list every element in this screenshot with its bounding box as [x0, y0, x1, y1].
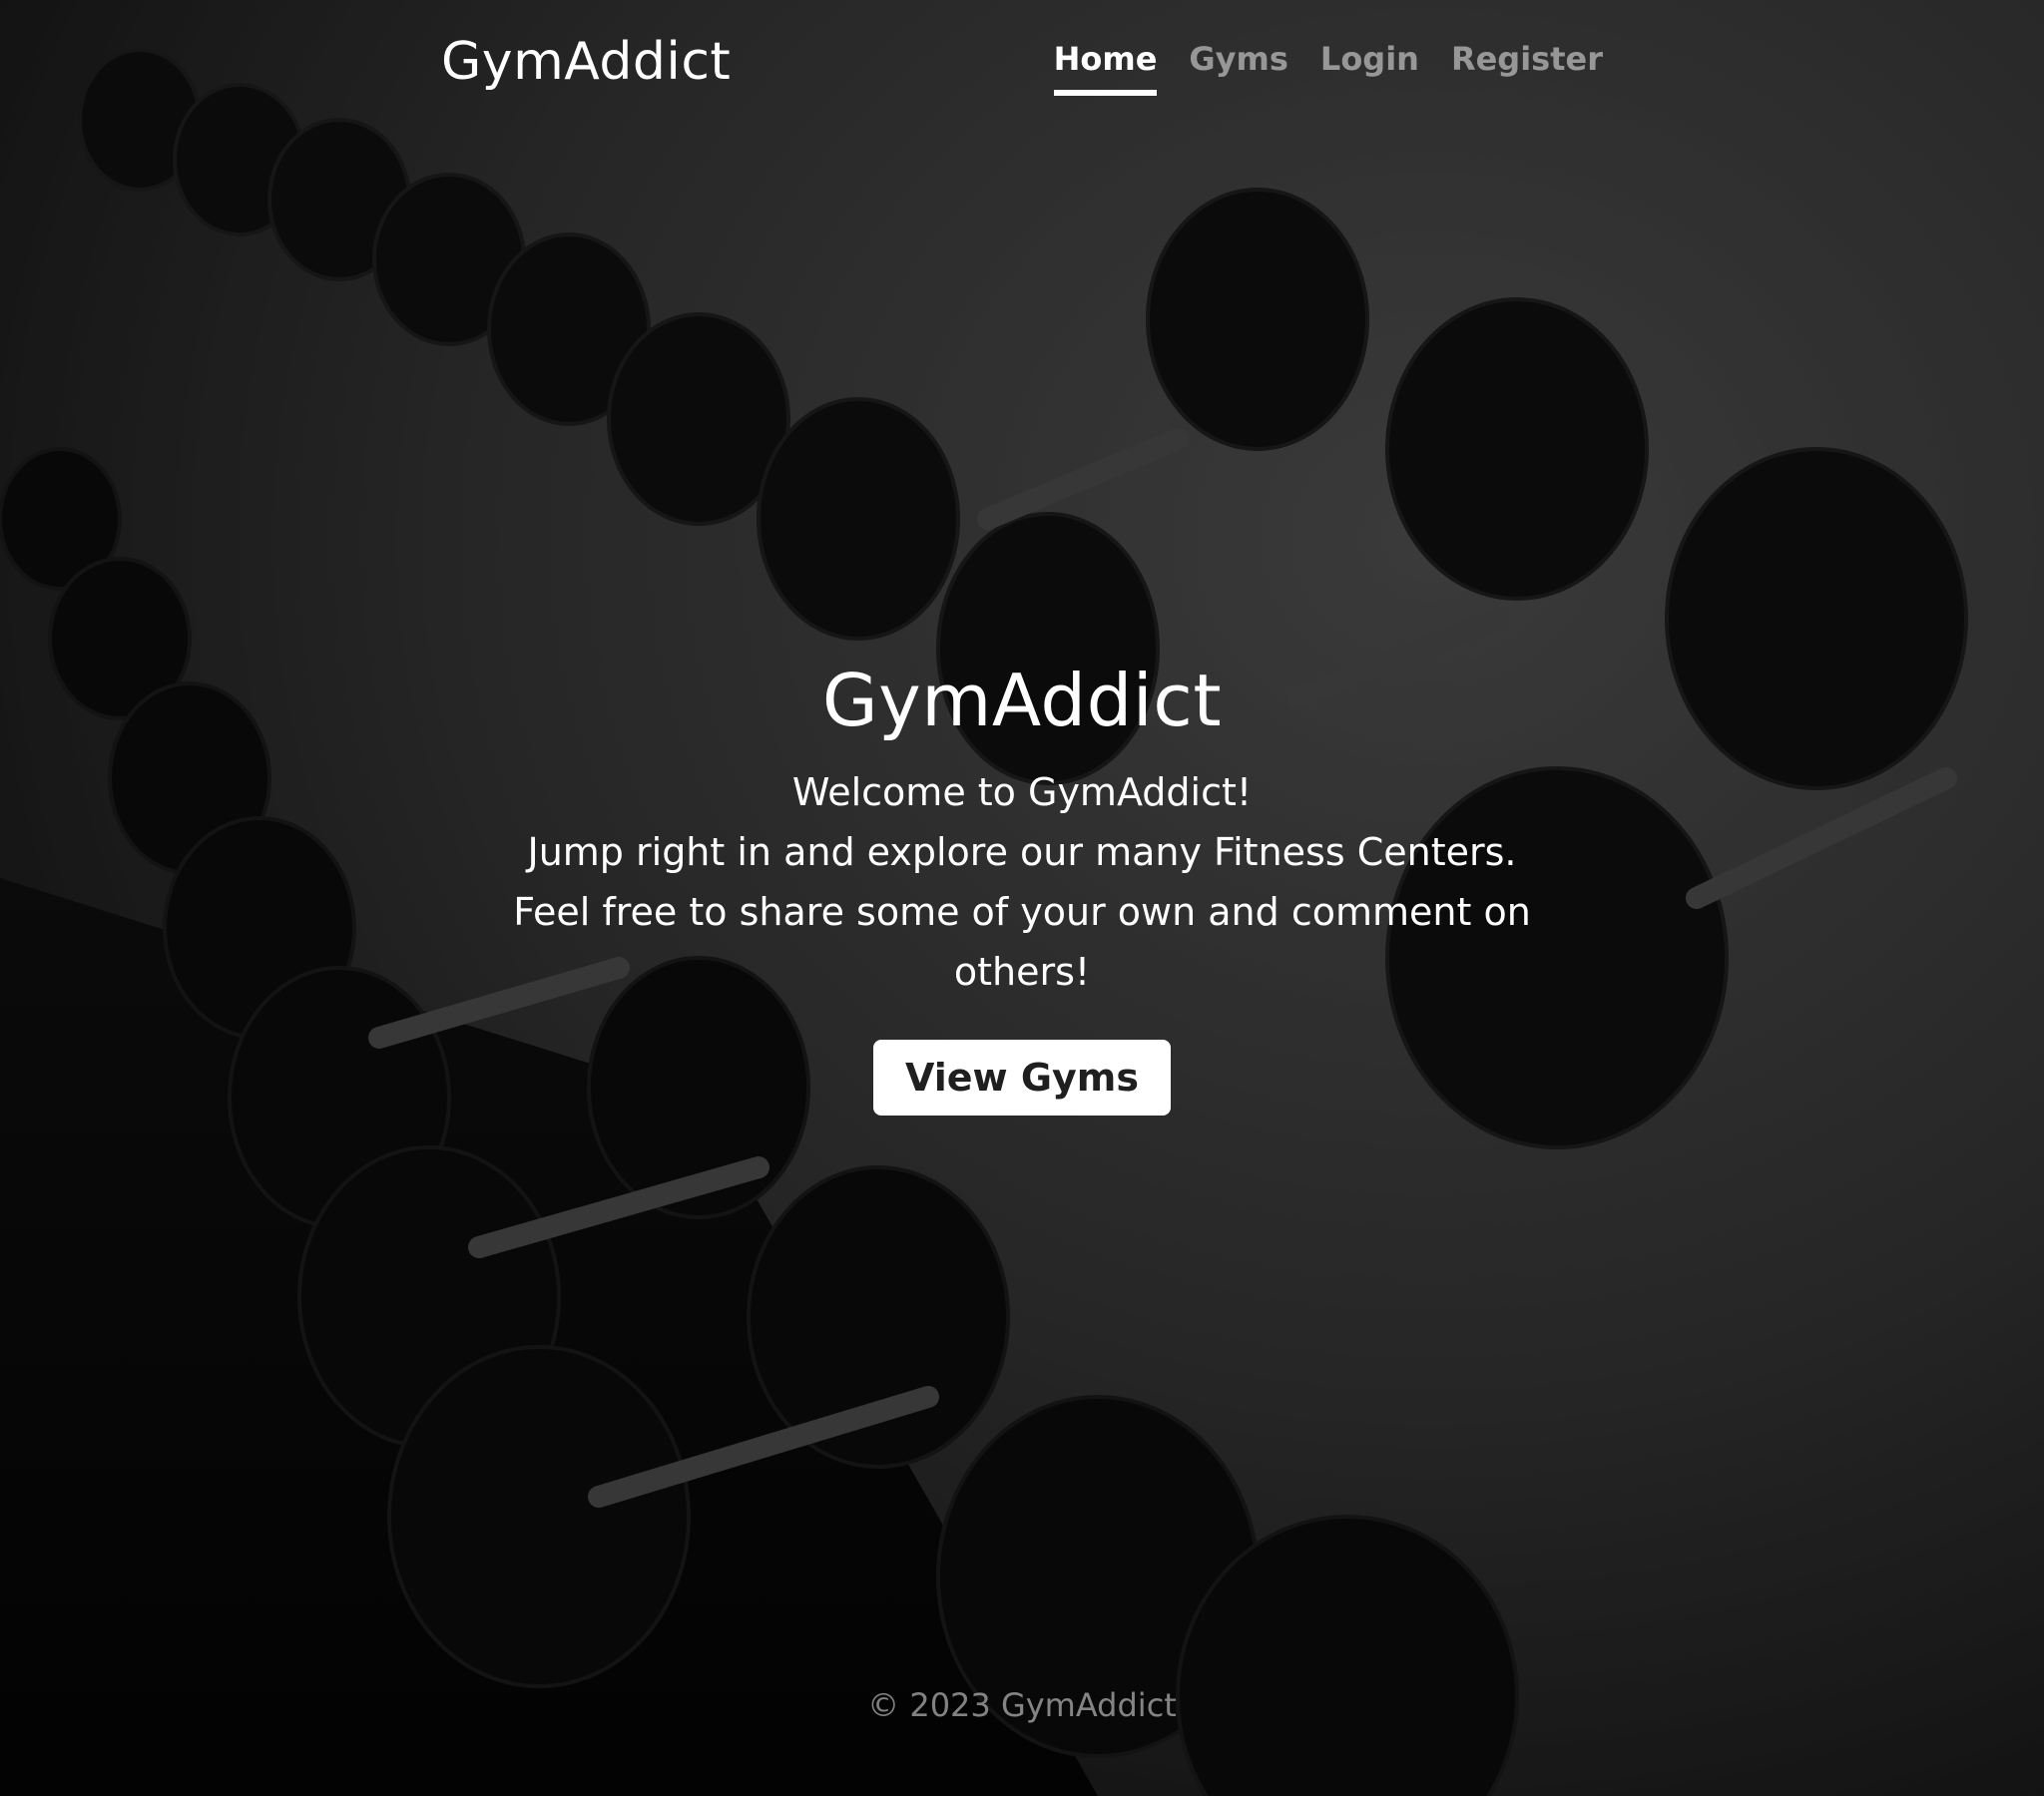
hero-lead: Welcome to GymAddict! Jump right in and …	[513, 762, 1531, 1002]
landing-page: GymAddict Home Gyms Login Register GymAd…	[0, 0, 2044, 1796]
view-gyms-button[interactable]: View Gyms	[872, 1040, 1172, 1116]
hero-lead-line: Welcome to GymAddict!	[791, 770, 1253, 814]
brand-logo-link[interactable]: GymAddict	[441, 32, 731, 92]
nav-link-login[interactable]: Login	[1320, 40, 1419, 96]
nav-link-register[interactable]: Register	[1451, 40, 1603, 96]
hero-lead-line: Jump right in and explore our many Fitne…	[527, 830, 1517, 874]
hero-section: GymAddict Welcome to GymAddict! Jump rig…	[0, 659, 2044, 1116]
nav-link-gyms[interactable]: Gyms	[1189, 40, 1288, 96]
copyright-text: © 2023 GymAddict	[867, 1686, 1177, 1724]
hero-lead-line: Feel free to share some of your own and …	[513, 890, 1531, 994]
main-nav: Home Gyms Login Register	[1053, 40, 1603, 96]
hero-title: GymAddict	[821, 659, 1223, 742]
site-header: GymAddict Home Gyms Login Register	[441, 28, 1603, 108]
nav-link-home[interactable]: Home	[1053, 40, 1158, 96]
site-footer: © 2023 GymAddict	[0, 1686, 2044, 1724]
